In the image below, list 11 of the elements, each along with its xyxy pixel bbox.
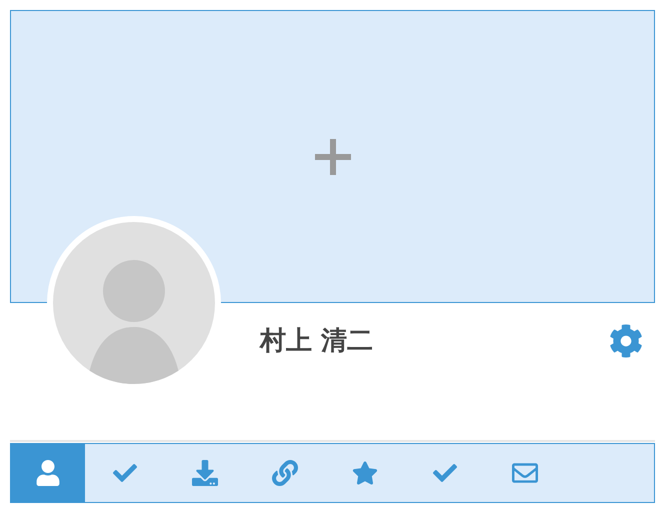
- user-tab[interactable]: [11, 444, 85, 502]
- settings-icon[interactable]: [609, 324, 643, 358]
- star-icon: [352, 460, 378, 486]
- add-icon: [314, 138, 350, 174]
- download-icon: [192, 460, 218, 486]
- cover-area[interactable]: [10, 10, 655, 303]
- person-icon: [35, 460, 61, 486]
- checkmark-icon: [113, 461, 137, 485]
- profile-name: 村上 清二: [260, 325, 374, 358]
- checkmark-icon: [433, 461, 457, 485]
- chain-link-icon: [272, 460, 298, 486]
